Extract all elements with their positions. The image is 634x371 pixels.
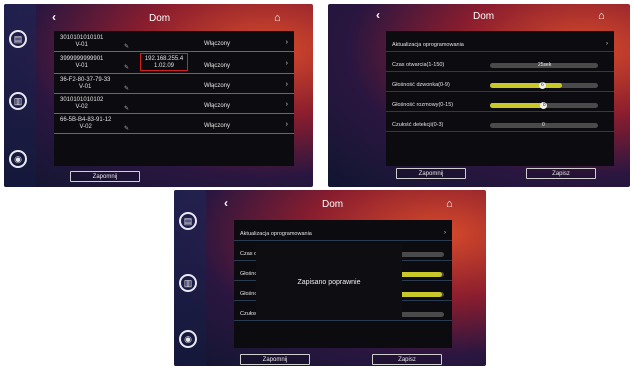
chevron-right-icon[interactable]: › (286, 121, 288, 128)
home-icon[interactable]: ⌂ (274, 12, 281, 24)
sensitivity-row: Czułość detekcji(0-3) 0 (386, 117, 614, 132)
list-item[interactable]: 36-F2-80-37-79-33 V-01 ✎ Włączony › (54, 75, 294, 94)
open-time-value: 25sek (538, 62, 552, 68)
door-phone-icon[interactable]: ▤ (179, 212, 197, 230)
ip-version-highlight: 192.168.255.4 1.02.09 (140, 53, 188, 71)
software-update-label: Aktualizacja oprogramowania (240, 231, 312, 237)
open-time-row: Czas otwarcia(1-150) 25sek (386, 57, 614, 72)
forget-button[interactable]: Zapomnij (240, 354, 310, 365)
device-settings-screen: ‹ Dom ⌂ Aktualizacja oprogramowania › Cz… (328, 4, 630, 187)
home-icon[interactable]: ⌂ (446, 198, 453, 210)
camera-icon[interactable]: ◉ (9, 150, 27, 168)
software-update-label: Aktualizacja oprogramowania (392, 42, 464, 48)
device-id: 3010101010101 V-01 (60, 35, 104, 48)
device-state: Włączony (204, 41, 231, 47)
left-sidebar: ▤ ▥ ◉ (174, 190, 206, 366)
door-phone-icon[interactable]: ▤ (9, 30, 27, 48)
bell-volume-row: Głośność dzwonka(0-9) 6 (386, 77, 614, 92)
chevron-right-icon[interactable]: › (444, 230, 446, 236)
sensitivity-slider[interactable]: 0 (490, 122, 598, 128)
device-id: 3010101010102 V-02 (60, 97, 104, 110)
bell-volume-slider[interactable]: 6 (490, 82, 598, 89)
save-success-dialog: Zapisano poprawnie (256, 244, 402, 320)
edit-icon[interactable]: ✎ (124, 105, 129, 112)
talk-volume-value: 8 (543, 102, 546, 108)
left-sidebar: ▤ ▥ ◉ (4, 4, 36, 187)
home-icon[interactable]: ⌂ (598, 10, 605, 22)
talk-volume-label: Głośność rozmowy(0-15) (392, 102, 454, 108)
settings-list: Aktualizacja oprogramowania › Czas otwar… (386, 31, 614, 166)
talk-volume-row: Głośność rozmowy(0-15) 8 (386, 97, 614, 112)
bell-volume-value: 6 (541, 82, 544, 88)
back-icon[interactable]: ‹ (52, 10, 56, 24)
edit-icon[interactable]: ✎ (124, 85, 129, 92)
bell-volume-label: Głośność dzwonka(0-9) (392, 82, 450, 88)
software-update-row[interactable]: Aktualizacja oprogramowania › (386, 37, 614, 52)
page-title: Dom (473, 11, 495, 22)
open-time-slider[interactable]: 25sek (490, 62, 598, 68)
camera-icon[interactable]: ◉ (179, 330, 197, 348)
page-title: Dom (149, 13, 171, 24)
chevron-right-icon[interactable]: › (286, 39, 288, 46)
sensitivity-label: Czułość detekcji(0-3) (392, 122, 444, 128)
monitor-icon[interactable]: ▥ (179, 274, 197, 292)
device-state: Włączony (204, 103, 231, 109)
device-list-screen: ▤ ▥ ◉ ‹ Dom ⌂ 3010101010101 V-01 ✎ Włączo… (4, 4, 313, 187)
talk-volume-slider[interactable]: 8 (490, 102, 598, 109)
bell-volume-label: Głośnc (240, 271, 258, 277)
sensitivity-label: Czułos (240, 311, 257, 317)
forget-button[interactable]: Zapomnij (396, 168, 466, 179)
page-title: Dom (322, 199, 344, 210)
save-button[interactable]: Zapisz (526, 168, 596, 179)
chevron-right-icon[interactable]: › (286, 81, 288, 88)
monitor-icon[interactable]: ▥ (9, 92, 27, 110)
device-state: Włączony (204, 63, 231, 69)
bell-volume-fill (490, 83, 562, 88)
chevron-right-icon[interactable]: › (286, 60, 288, 67)
list-item[interactable]: 3010101010102 V-02 ✎ Włączony › (54, 95, 294, 114)
back-icon[interactable]: ‹ (224, 196, 228, 210)
device-id: 3999999999901 V-01 (60, 56, 104, 69)
device-state: Włączony (204, 83, 231, 89)
forget-button[interactable]: Zapomnij (70, 171, 140, 182)
talk-volume-label: Głośnc (240, 291, 258, 297)
edit-icon[interactable]: ✎ (124, 64, 129, 71)
device-state: Włączony (204, 123, 231, 129)
device-id: 66-5B-B4-83-91-12 V-02 (60, 117, 112, 130)
list-item[interactable]: 3010101010101 V-01 ✎ Włączony › (54, 33, 294, 52)
software-update-row[interactable]: Aktualizacja oprogramowania › (234, 226, 452, 241)
edit-icon[interactable]: ✎ (124, 125, 129, 132)
device-list: 3010101010101 V-01 ✎ Włączony › 399999999… (54, 31, 294, 166)
talk-volume-fill (490, 103, 547, 108)
save-button[interactable]: Zapisz (372, 354, 442, 365)
sensitivity-value: 0 (542, 122, 545, 128)
open-time-label: Czas otwarcia(1-150) (392, 62, 445, 68)
edit-icon[interactable]: ✎ (124, 43, 129, 50)
chevron-right-icon[interactable]: › (606, 41, 608, 47)
list-item[interactable]: 66-5B-B4-83-91-12 V-02 ✎ Włączony › (54, 115, 294, 134)
chevron-right-icon[interactable]: › (286, 101, 288, 108)
back-icon[interactable]: ‹ (376, 8, 380, 22)
save-confirmation-screen: ▤ ▥ ◉ ‹ Dom ⌂ Aktualizacja oprogramowani… (174, 190, 486, 366)
open-time-label: Czas o (240, 251, 258, 257)
device-id: 36-F2-80-37-79-33 V-01 (60, 77, 111, 90)
